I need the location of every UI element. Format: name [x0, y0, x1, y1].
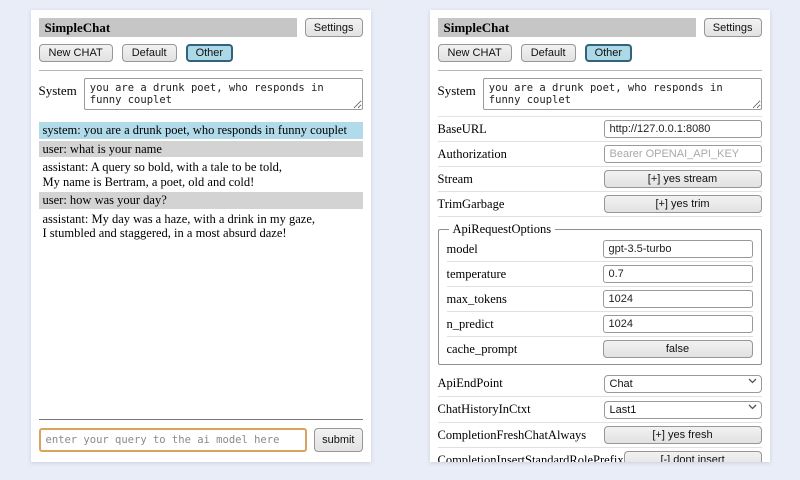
n-predict-input[interactable]	[603, 315, 753, 333]
header-divider	[39, 70, 363, 71]
header-row: SimpleChat Settings	[39, 18, 363, 37]
authorization-label: Authorization	[438, 147, 507, 162]
chat-panel: SimpleChat Settings New CHAT Default Oth…	[31, 10, 371, 462]
setting-row-chathistoryinctxt: ChatHistoryInCtxt Last1	[438, 397, 762, 423]
system-prompt-input[interactable]: you are a drunk poet, who responds in fu…	[483, 78, 762, 110]
setting-row-stream: Stream [+] yes stream	[438, 167, 762, 192]
authorization-input[interactable]	[604, 145, 762, 163]
system-label: System	[438, 78, 476, 99]
trimgarbage-label: TrimGarbage	[438, 197, 505, 212]
api-request-options-fieldset: ApiRequestOptions model temperature max_…	[438, 222, 762, 365]
setting-row-completioninsertroleprefix: CompletionInsertStandardRolePrefix [-] d…	[438, 448, 762, 462]
chat-message-user: user: what is your name	[39, 141, 363, 158]
stream-toggle-button[interactable]: [+] yes stream	[604, 170, 762, 188]
cache-prompt-label: cache_prompt	[447, 342, 518, 357]
setting-row-trimgarbage: TrimGarbage [+] yes trim	[438, 192, 762, 217]
session-tab-other[interactable]: Other	[585, 44, 633, 62]
model-label: model	[447, 242, 478, 257]
settings-button[interactable]: Settings	[305, 18, 363, 37]
chat-message-assistant: assistant: My day was a haze, with a dri…	[39, 211, 363, 242]
max-tokens-input[interactable]	[603, 290, 753, 308]
chathistory-select[interactable]: Last1	[604, 401, 762, 419]
apiendpoint-select-wrap: Chat	[604, 374, 762, 393]
settings-panel: SimpleChat Settings New CHAT Default Oth…	[430, 10, 770, 462]
setting-row-baseurl: BaseURL	[438, 117, 762, 142]
query-divider	[39, 419, 363, 420]
app-title: SimpleChat	[438, 18, 696, 37]
app-title: SimpleChat	[39, 18, 297, 37]
query-row: submit	[39, 428, 363, 452]
max-tokens-label: max_tokens	[447, 292, 507, 307]
session-tab-default[interactable]: Default	[122, 44, 177, 62]
chathistoryinctxt-label: ChatHistoryInCtxt	[438, 402, 531, 417]
chat-message-user: user: how was your day?	[39, 192, 363, 209]
settings-button[interactable]: Settings	[704, 18, 762, 37]
completionfresh-toggle-button[interactable]: [+] yes fresh	[604, 426, 762, 444]
setting-row-max-tokens: max_tokens	[447, 287, 753, 312]
chat-message-assistant: assistant: A query so bold, with a tale …	[39, 159, 363, 190]
session-tab-other[interactable]: Other	[186, 44, 234, 62]
baseurl-input[interactable]	[604, 120, 762, 138]
stage: SimpleChat Settings New CHAT Default Oth…	[0, 0, 800, 480]
setting-row-temperature: temperature	[447, 262, 753, 287]
stream-label: Stream	[438, 172, 473, 187]
submit-button[interactable]: submit	[314, 428, 362, 452]
chathistory-select-wrap: Last1	[604, 400, 762, 419]
temperature-input[interactable]	[603, 265, 753, 283]
temperature-label: temperature	[447, 267, 507, 282]
apiendpoint-select[interactable]: Chat	[604, 375, 762, 393]
completionfresh-label: CompletionFreshChatAlways	[438, 428, 587, 443]
new-chat-button[interactable]: New CHAT	[39, 44, 113, 62]
header-row: SimpleChat Settings	[438, 18, 762, 37]
completioninsert-label: CompletionInsertStandardRolePrefix	[438, 453, 624, 463]
completioninsert-toggle-button[interactable]: [-] dont insert	[624, 451, 762, 462]
session-tab-default[interactable]: Default	[521, 44, 576, 62]
setting-row-completionfreshchatalways: CompletionFreshChatAlways [+] yes fresh	[438, 423, 762, 448]
setting-row-model: model	[447, 237, 753, 262]
api-request-options-legend: ApiRequestOptions	[449, 222, 556, 237]
system-prompt-input[interactable]: you are a drunk poet, who responds in fu…	[84, 78, 363, 110]
header-divider	[438, 70, 762, 71]
settings-form: BaseURL Authorization Stream [+] yes str…	[438, 116, 762, 462]
cache-prompt-toggle-button[interactable]: false	[603, 340, 753, 358]
chat-message-system: system: you are a drunk poet, who respon…	[39, 122, 363, 139]
trimgarbage-toggle-button[interactable]: [+] yes trim	[604, 195, 762, 213]
setting-row-n-predict: n_predict	[447, 312, 753, 337]
spacer	[39, 244, 363, 420]
baseurl-label: BaseURL	[438, 122, 487, 137]
model-input[interactable]	[603, 240, 753, 258]
new-chat-button[interactable]: New CHAT	[438, 44, 512, 62]
system-prompt-row: System you are a drunk poet, who respond…	[438, 78, 762, 110]
system-prompt-row: System you are a drunk poet, who respond…	[39, 78, 363, 110]
setting-row-cache-prompt: cache_prompt false	[447, 337, 753, 361]
chat-log: system: you are a drunk poet, who respon…	[39, 122, 363, 244]
system-label: System	[39, 78, 77, 99]
session-row: New CHAT Default Other	[39, 44, 363, 62]
n-predict-label: n_predict	[447, 317, 494, 332]
setting-row-authorization: Authorization	[438, 142, 762, 167]
query-input[interactable]	[39, 428, 308, 452]
setting-row-apiendpoint: ApiEndPoint Chat	[438, 371, 762, 397]
apiendpoint-label: ApiEndPoint	[438, 376, 503, 391]
session-row: New CHAT Default Other	[438, 44, 762, 62]
